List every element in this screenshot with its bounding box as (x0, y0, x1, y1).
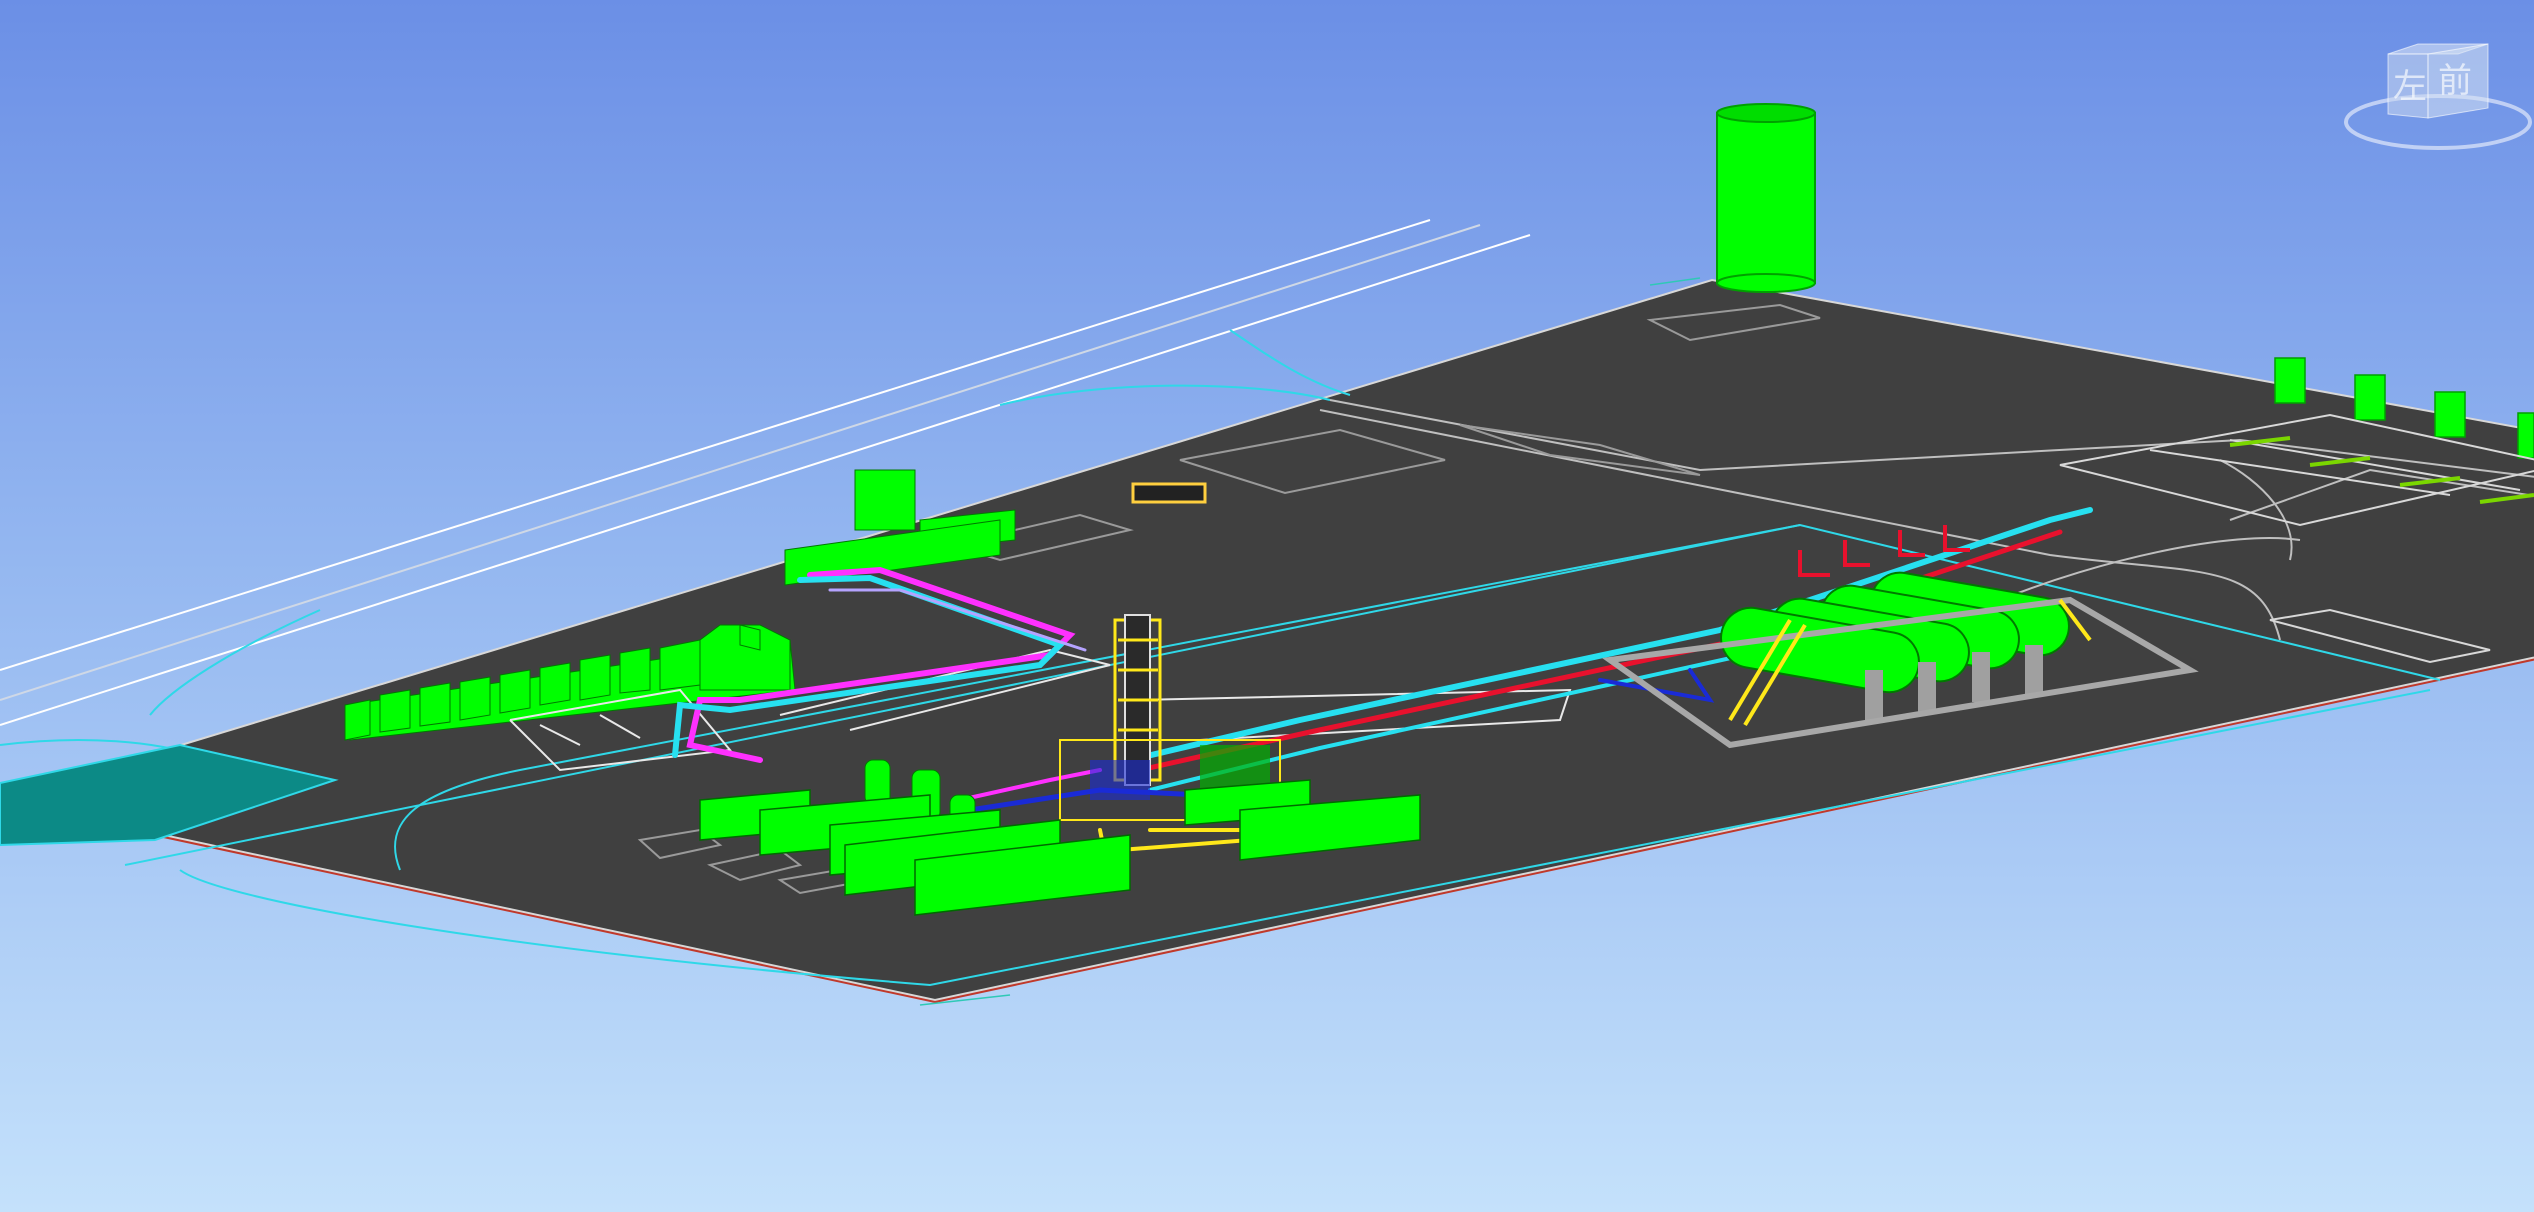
ground-slab (0, 278, 2534, 1002)
3d-viewport[interactable]: 左 前 (0, 0, 2534, 1212)
vertical-storage-tank[interactable] (1716, 103, 1816, 293)
view-cube-icon[interactable]: 左 前 (2338, 36, 2534, 166)
plant-3d-scene[interactable] (0, 0, 2534, 1212)
small-skid[interactable] (1131, 482, 1207, 504)
view-cube-left-label: 左 (2393, 67, 2427, 107)
view-cube-front-label: 前 (2438, 61, 2472, 101)
